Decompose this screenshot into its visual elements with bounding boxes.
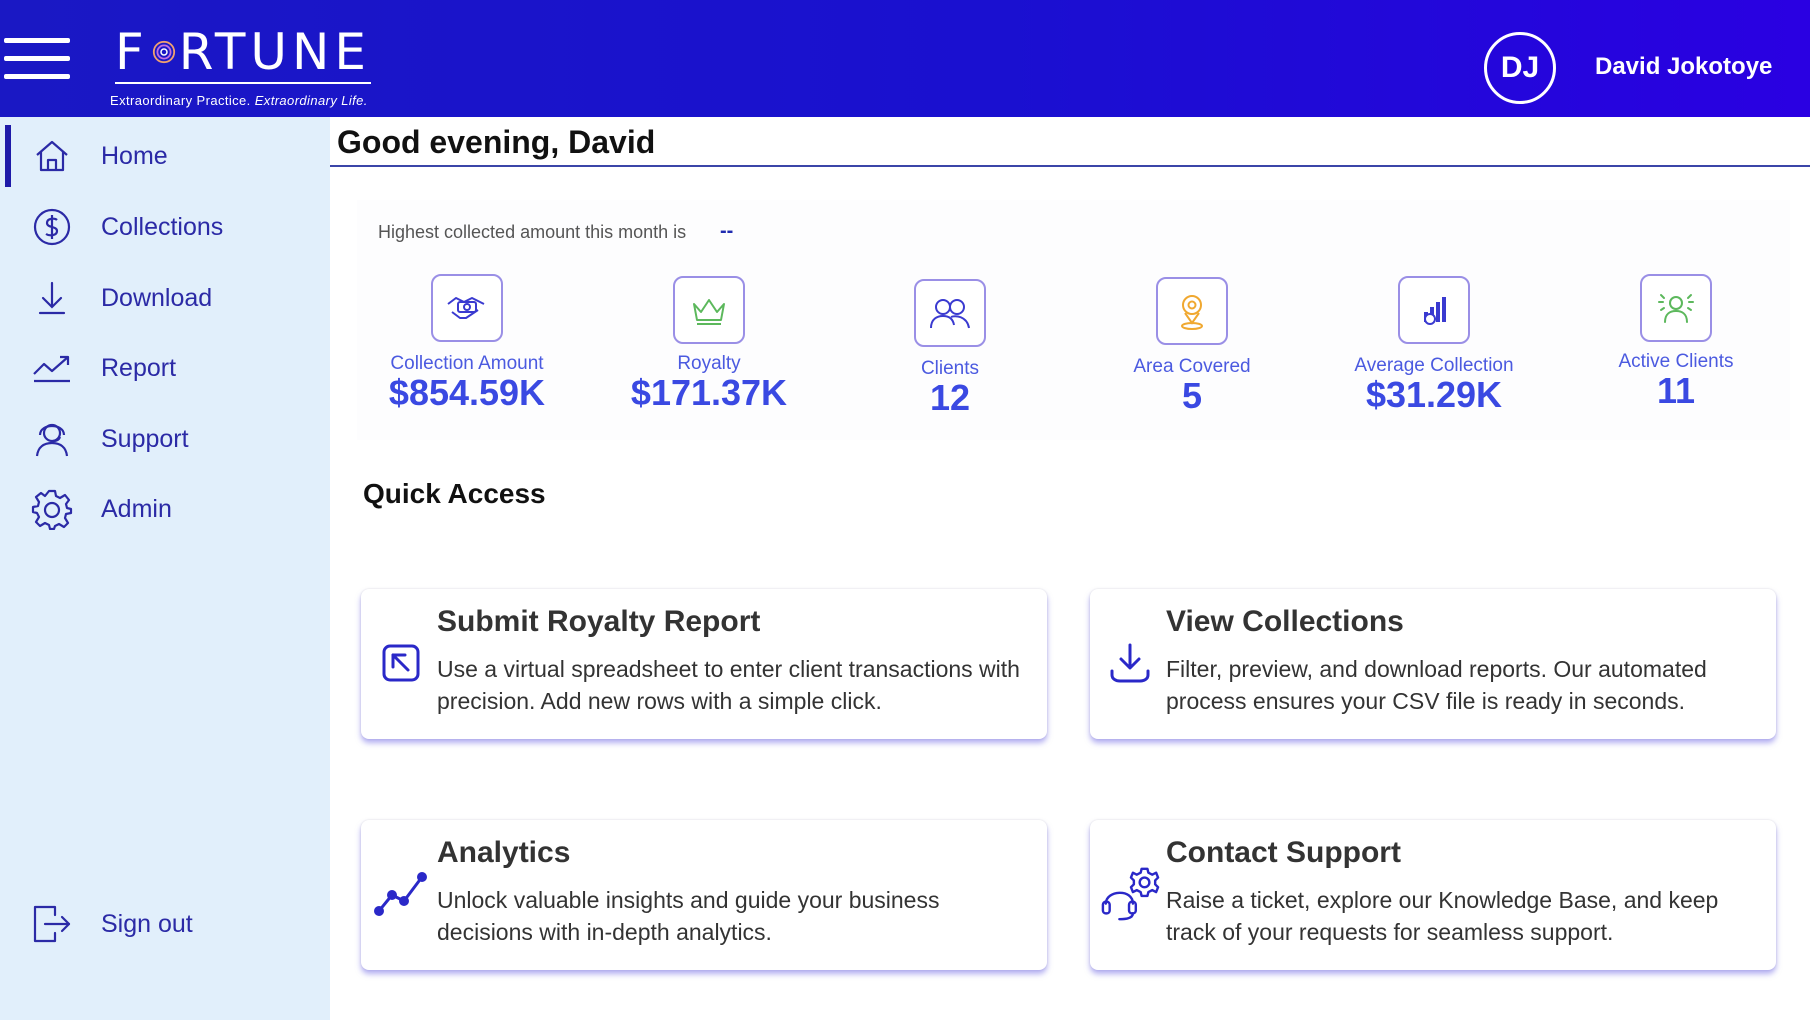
card-description: Filter, preview, and download reports. O…: [1166, 656, 1707, 714]
sidebar-item-label: Report: [101, 353, 177, 382]
stat-royalty: Royalty $171.37K: [599, 276, 819, 411]
card-title: View Collections: [1166, 605, 1404, 638]
sidebar-item-label: Home: [101, 141, 168, 170]
user-name[interactable]: David Jokotoye: [1595, 53, 1772, 81]
sidebar-item-download[interactable]: Download: [0, 267, 330, 329]
logo-tagline: Extraordinary Practice. Extraordinary Li…: [110, 93, 368, 108]
gear-icon: [30, 487, 74, 531]
arrow-in-box-icon: [371, 633, 431, 693]
card-description: Unlock valuable insights and guide your …: [437, 887, 940, 945]
page-title: Good evening, David: [337, 124, 656, 160]
stat-area-covered: Area Covered 5: [1082, 277, 1302, 414]
active-user-icon: [1640, 274, 1712, 342]
sidebar-item-label: Collections: [101, 212, 224, 241]
stat-average-collection: Average Collection $31.29K: [1324, 276, 1544, 413]
download-icon: [30, 276, 74, 320]
trend-line-icon: [30, 346, 74, 390]
card-submit-royalty-report[interactable]: Submit Royalty Report Use a virtual spre…: [361, 589, 1047, 739]
logo-swirl-icon: [152, 40, 175, 64]
stat-value: 5: [1181, 375, 1203, 416]
sidebar-item-label: Support: [101, 424, 189, 453]
handshake-money-icon: [431, 274, 503, 342]
sidebar-item-collections[interactable]: Collections: [0, 196, 330, 258]
analytics-line-icon: [371, 864, 431, 924]
user-avatar[interactable]: DJ: [1484, 32, 1556, 104]
sidebar-item-report[interactable]: Report: [0, 337, 330, 399]
crown-icon: [673, 276, 745, 344]
sign-out-label: Sign out: [101, 909, 193, 938]
card-analytics[interactable]: Analytics Unlock valuable insights and g…: [361, 820, 1047, 970]
stat-value: $171.37K: [630, 372, 788, 413]
top-header: F RTUNE Extraordinary Practice. Extraord…: [0, 0, 1810, 117]
card-title: Analytics: [437, 836, 571, 869]
stat-value: $31.29K: [1365, 374, 1503, 415]
stat-active-clients: Active Clients 11: [1566, 274, 1786, 409]
dollar-circle-icon: [30, 205, 74, 249]
stat-value: 12: [929, 377, 971, 418]
sidebar-item-support[interactable]: Support: [0, 408, 330, 470]
sidebar-item-label: Admin: [101, 494, 172, 523]
bar-chart-icon: [1398, 276, 1470, 344]
card-title: Contact Support: [1166, 836, 1401, 869]
headset-gear-icon: [1100, 864, 1160, 924]
stat-collection-amount: Collection Amount $854.59K: [357, 274, 577, 411]
location-pin-icon: [1156, 277, 1228, 345]
sidebar-item-admin[interactable]: Admin: [0, 478, 330, 540]
highest-collected-text: Highest collected amount this month is: [378, 222, 687, 242]
home-icon: [30, 134, 74, 178]
highest-collected-value: --: [720, 220, 734, 242]
card-description: Use a virtual spreadsheet to enter clien…: [437, 656, 1020, 714]
stat-value: 11: [1656, 370, 1696, 411]
title-divider: [330, 165, 1810, 167]
sidebar: Home Collections Download Report Support…: [0, 117, 330, 1020]
card-contact-support[interactable]: Contact Support Raise a ticket, explore …: [1090, 820, 1776, 970]
users-icon: [914, 279, 986, 347]
download-tray-icon: [1100, 633, 1160, 693]
stat-value: $854.59K: [388, 372, 546, 413]
card-description: Raise a ticket, explore our Knowledge Ba…: [1166, 887, 1719, 945]
quick-access-title: Quick Access: [363, 478, 546, 509]
card-title: Submit Royalty Report: [437, 605, 761, 638]
sign-out-button[interactable]: Sign out: [0, 893, 330, 955]
hamburger-menu-icon[interactable]: [4, 38, 70, 84]
sidebar-item-label: Download: [101, 283, 213, 312]
sidebar-item-home[interactable]: Home: [0, 125, 330, 187]
support-agent-icon: [30, 417, 74, 461]
card-view-collections[interactable]: View Collections Filter, preview, and do…: [1090, 589, 1776, 739]
stat-clients: Clients 12: [840, 279, 1060, 416]
fortune-logo[interactable]: F RTUNE: [115, 24, 371, 84]
sign-out-icon: [30, 902, 74, 946]
